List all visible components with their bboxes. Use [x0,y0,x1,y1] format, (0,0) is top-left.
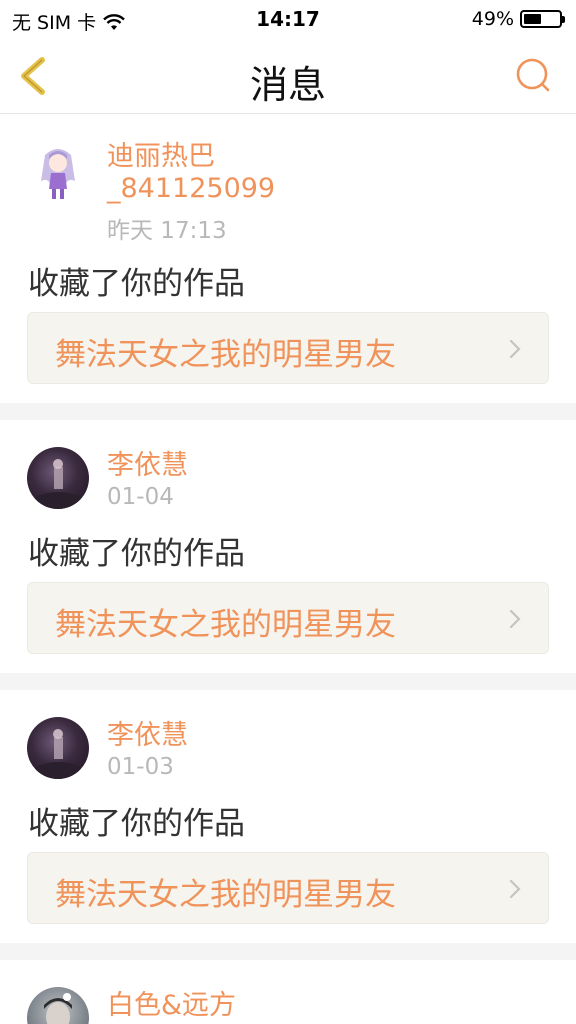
chevron-right-icon [509,609,521,629]
message-time: 01-03 [107,754,174,780]
message-action: 收藏了你的作品 [28,536,245,572]
message-time: 01-04 [107,484,174,510]
search-icon [516,58,550,92]
section-divider [0,673,576,690]
work-title: 舞法天女之我的明星男友 [55,337,396,373]
username-line-2: _841125099 [107,173,276,204]
avatar[interactable] [27,987,89,1024]
search-button[interactable] [514,56,552,94]
battery-status: 49% [471,8,565,30]
page-title: 消息 [249,63,326,107]
avatar[interactable] [27,447,89,509]
section-divider [0,403,576,420]
battery-percent: 49% [471,8,514,30]
work-link[interactable]: 舞法天女之我的明星男友 [27,582,549,654]
username[interactable]: 李依慧 [107,720,188,752]
message-action: 收藏了你的作品 [28,266,245,302]
message-item: 李依慧 01-04 收藏了你的作品 舞法天女之我的明星男友 [0,420,576,673]
message-item: 李依慧 01-03 收藏了你的作品 舞法天女之我的明星男友 [0,690,576,943]
work-title: 舞法天女之我的明星男友 [55,607,396,643]
message-action: 收藏了你的作品 [28,806,245,842]
chevron-right-icon [509,339,521,359]
photo-avatar-image [35,459,81,509]
chevron-right-icon [509,879,521,899]
section-divider [0,943,576,960]
username[interactable]: 迪丽热巴 _841125099 [107,141,275,205]
avatar[interactable] [27,717,89,779]
anime-avatar-image [27,141,89,203]
battery-icon [520,10,565,28]
work-link[interactable]: 舞法天女之我的明星男友 [27,852,549,924]
username-line-1: 迪丽热巴 [107,141,215,172]
battery-fill [524,14,541,24]
username[interactable]: 李依慧 [107,450,188,482]
message-item: 迪丽热巴 _841125099 昨天 17:13 收藏了你的作品 舞法天女之我的… [0,115,576,403]
message-time: 昨天 17:13 [107,218,227,244]
message-list: 迪丽热巴 _841125099 昨天 17:13 收藏了你的作品 舞法天女之我的… [0,115,576,1024]
work-title: 舞法天女之我的明星男友 [55,877,396,913]
message-item: 白色&远方 [0,960,576,1024]
username[interactable]: 白色&远方 [107,990,236,1022]
photo-avatar-image [35,729,81,779]
avatar[interactable] [27,141,89,203]
photo-avatar-image [44,993,72,1024]
status-bar: 无 SIM 卡 14:17 49% [0,0,576,38]
work-link[interactable]: 舞法天女之我的明星男友 [27,312,549,384]
navigation-bar: 消息 [0,38,576,114]
